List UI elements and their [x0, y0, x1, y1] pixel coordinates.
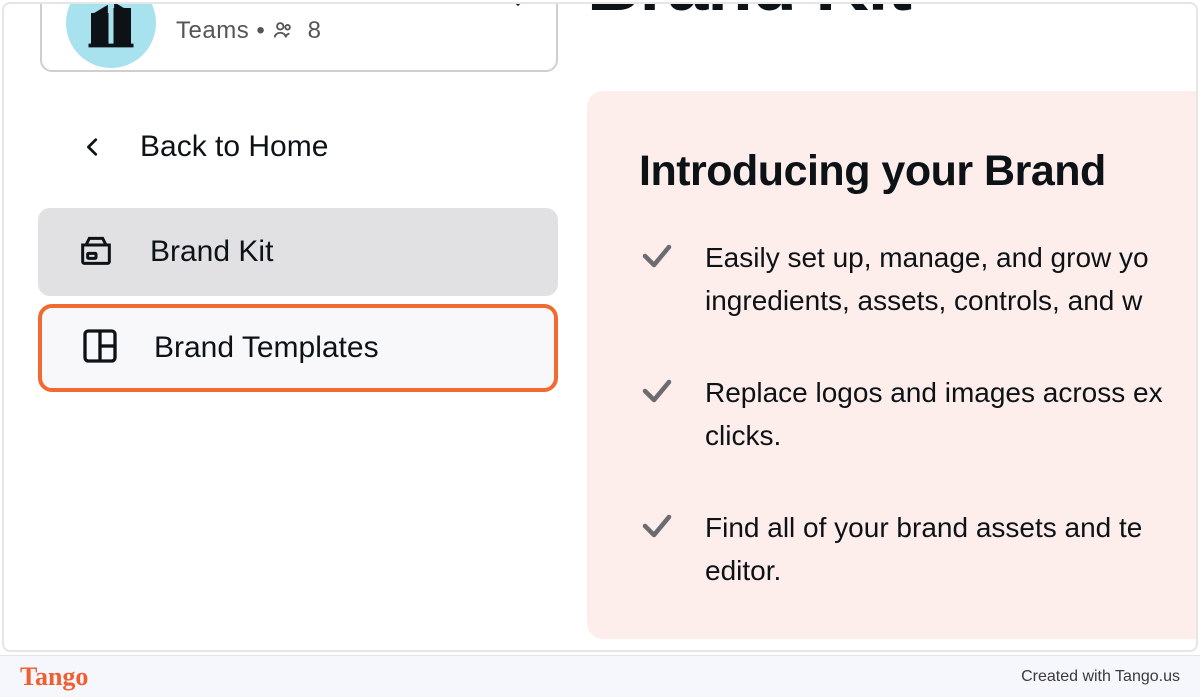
back-to-home-link[interactable]: Back to Home	[82, 130, 328, 164]
intro-list: Easily set up, manage, and grow yo ingre…	[639, 236, 1198, 592]
brand-kit-icon	[76, 230, 116, 275]
intro-text: Easily set up, manage, and grow yo ingre…	[705, 236, 1149, 323]
check-icon	[639, 508, 675, 544]
intro-text: Find all of your brand assets and te edi…	[705, 506, 1142, 593]
team-member-count: 8	[308, 17, 322, 44]
back-label: Back to Home	[140, 130, 328, 164]
sidebar-item-brand-templates[interactable]: Brand Templates	[38, 304, 558, 392]
templates-icon	[80, 326, 120, 371]
team-building-icon	[81, 2, 141, 53]
brand-kit-label: Brand Kit	[150, 235, 273, 269]
intro-panel: Introducing your Brand Easily set up, ma…	[587, 91, 1198, 639]
check-icon	[639, 238, 675, 274]
intro-text: Replace logos and images across ex click…	[705, 371, 1163, 458]
tango-logo: Tango	[20, 662, 88, 692]
app-frame: Teams • 8 Back to Home Brand Kit	[2, 2, 1198, 652]
intro-item: Find all of your brand assets and te edi…	[639, 506, 1198, 593]
team-avatar	[66, 2, 156, 68]
intro-item: Easily set up, manage, and grow yo ingre…	[639, 236, 1198, 323]
team-meta: Teams • 8	[176, 17, 321, 45]
intro-title: Introducing your Brand	[639, 147, 1198, 196]
brand-templates-label: Brand Templates	[154, 331, 379, 365]
people-icon	[272, 19, 294, 41]
tango-credit: Created with Tango.us	[1021, 668, 1180, 686]
chevron-down-icon	[504, 2, 532, 20]
sidebar-item-brand-kit[interactable]: Brand Kit	[38, 208, 558, 296]
intro-item: Replace logos and images across ex click…	[639, 371, 1198, 458]
tango-footer: Tango Created with Tango.us	[0, 655, 1200, 697]
team-subtitle: Teams •	[176, 17, 272, 44]
check-icon	[639, 373, 675, 409]
page-title: Brand Kit	[587, 2, 911, 27]
chevron-left-icon	[82, 130, 104, 164]
team-switcher-card[interactable]: Teams • 8	[40, 2, 558, 72]
